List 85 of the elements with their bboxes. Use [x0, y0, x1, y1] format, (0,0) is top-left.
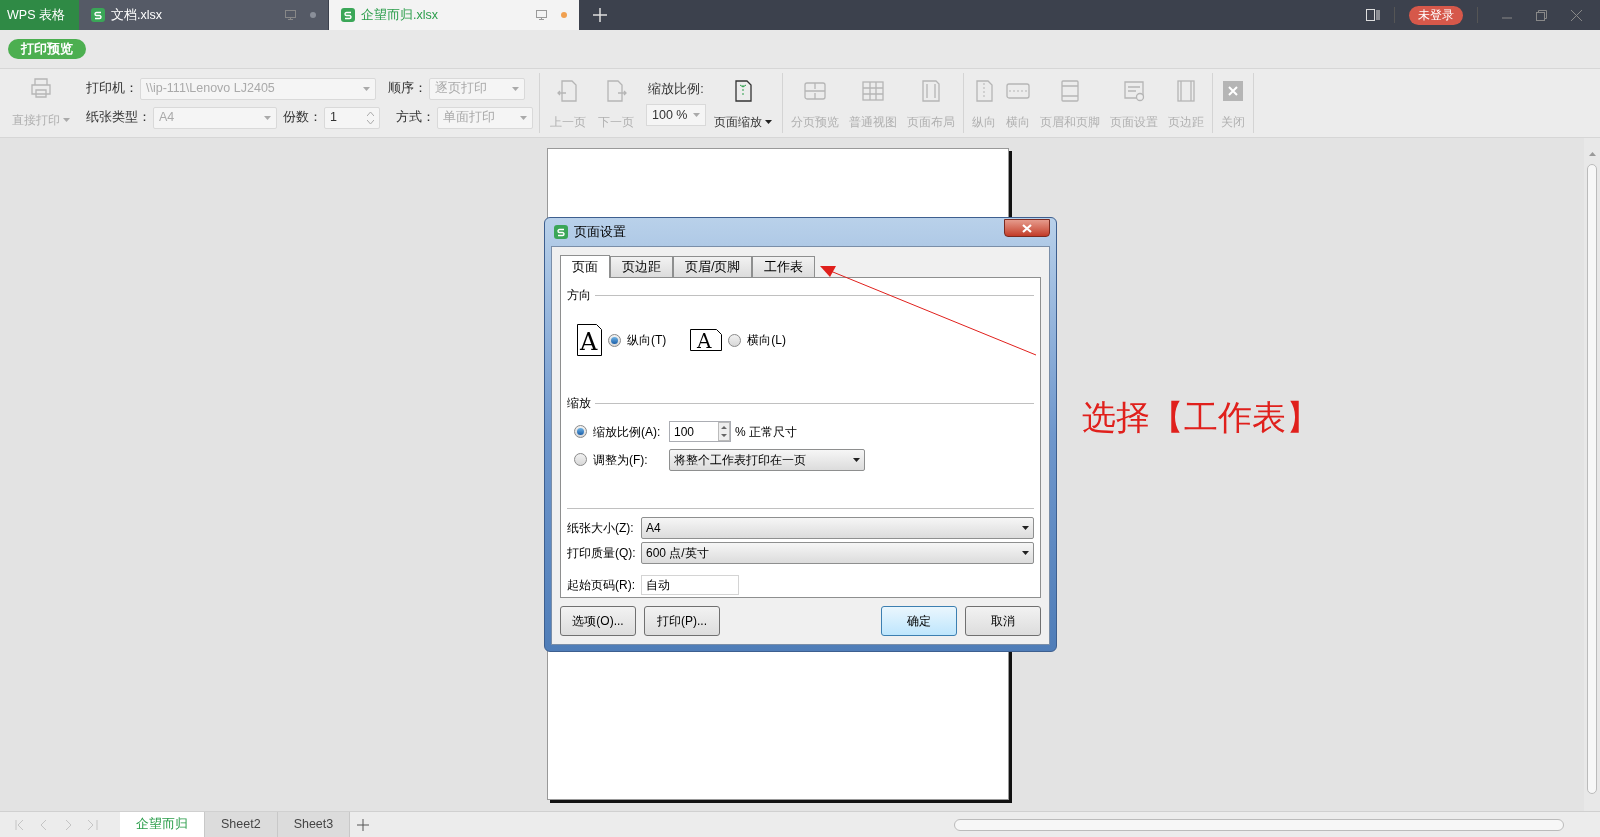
zoom-label: 缩放比例: — [648, 80, 704, 98]
scroll-up-icon[interactable] — [1588, 152, 1596, 156]
radio-label: 横向(L) — [747, 332, 786, 349]
caret-icon — [693, 113, 700, 118]
radio-button[interactable] — [608, 333, 621, 347]
new-tab-icon[interactable] — [593, 8, 607, 22]
page-settings-icon — [1122, 79, 1146, 103]
dialog-title: 页面设置 — [574, 223, 626, 241]
close-icon — [1221, 79, 1245, 103]
sheet-tab[interactable]: 企望而归 — [120, 812, 205, 837]
caret-icon — [363, 86, 370, 91]
field-label: 打印机： — [86, 80, 138, 98]
monitor-icon — [536, 10, 547, 20]
close-icon[interactable] — [1571, 9, 1582, 21]
radio-button[interactable] — [574, 453, 587, 466]
add-sheet-icon[interactable] — [357, 818, 370, 831]
spinner-arrows-icon — [718, 422, 730, 441]
grid-icon — [861, 79, 885, 103]
radio-label: 缩放比例(A): — [593, 423, 662, 441]
field-label: 份数： — [283, 109, 322, 127]
dialog-tab[interactable]: 页面 — [560, 255, 610, 278]
margins-icon — [1174, 79, 1198, 103]
dialog-button[interactable]: 选项(O)... — [560, 606, 636, 636]
restore-icon[interactable] — [1536, 9, 1547, 21]
spreadsheet-icon — [91, 8, 105, 22]
radio-button[interactable] — [574, 425, 587, 438]
caret-icon — [264, 115, 271, 120]
spreadsheet-icon — [554, 225, 568, 239]
field-label: 起始页码(R): — [567, 577, 636, 594]
field-label: 打印质量(Q): — [567, 545, 637, 562]
print-preview-button[interactable]: 打印预览 — [8, 39, 86, 59]
page-back-icon — [556, 79, 580, 103]
dropdown-field[interactable]: A4 — [641, 517, 1034, 539]
caret-icon — [63, 118, 70, 122]
section-label: 方向 — [567, 287, 591, 304]
field-label: 纸张大小(Z): — [567, 520, 635, 537]
caret-icon — [765, 120, 772, 124]
spreadsheet-icon — [341, 8, 355, 22]
caret-icon — [853, 457, 860, 462]
zoom-dropdown[interactable]: 100 % — [646, 104, 706, 127]
field-label: 顺序： — [388, 80, 427, 98]
radio-button[interactable] — [728, 333, 742, 347]
field-label: 方式： — [396, 109, 435, 127]
dialog-tab[interactable]: 工作表 — [752, 256, 816, 277]
dropdown-field[interactable]: 600 点/英寸 — [641, 542, 1034, 564]
close-icon — [1022, 223, 1032, 233]
landscape-page-icon: A — [690, 329, 723, 351]
monitor-icon — [285, 10, 296, 20]
split-view-icon — [803, 79, 827, 103]
printer-icon — [30, 77, 52, 99]
scale-spinner[interactable]: 100 — [669, 421, 731, 442]
start-page-field[interactable]: 自动 — [641, 575, 739, 595]
login-button[interactable]: 未登录 — [1409, 5, 1463, 25]
dialog-tab[interactable]: 页边距 — [610, 256, 673, 277]
dialog-button[interactable]: 确定 — [881, 606, 957, 636]
app-tab[interactable]: WPS 表格 — [0, 0, 79, 30]
sheet-tab[interactable]: Sheet2 — [205, 812, 278, 837]
close-button[interactable] — [1004, 219, 1050, 237]
page-layout-icon — [919, 79, 943, 103]
radio-label: 调整为(F): — [593, 451, 649, 469]
radio-label: 纵向(T) — [627, 332, 667, 349]
caret-icon — [1022, 551, 1029, 555]
portrait-page-icon: A — [577, 324, 602, 356]
file-tab[interactable]: 企望而归.xlsx — [329, 0, 579, 30]
vertical-scrollbar[interactable] — [1584, 138, 1600, 811]
page-forward-icon — [604, 79, 628, 103]
scale-suffix: % 正常尺寸 — [735, 423, 797, 441]
window-layout-icon[interactable] — [1366, 9, 1380, 21]
caret-icon — [1022, 526, 1029, 530]
field-label: 纸张类型： — [86, 109, 151, 127]
dialog-tab[interactable]: 页眉/页脚 — [673, 256, 753, 277]
horizontal-scrollbar[interactable] — [954, 818, 1564, 831]
spinner-arrows-icon — [367, 110, 374, 125]
sheet-tab[interactable]: Sheet3 — [277, 812, 351, 837]
dialog-button[interactable]: 取消 — [965, 606, 1041, 636]
file-tab[interactable]: 文档.xlsx — [79, 0, 329, 30]
page-zoom-button[interactable]: 页面缩放 — [710, 75, 776, 131]
caret-icon — [512, 86, 519, 91]
copies-spinner[interactable]: 1 — [324, 106, 380, 129]
header-footer-icon — [1058, 79, 1082, 103]
caret-icon — [520, 115, 527, 120]
dropdown-field[interactable]: 将整个工作表打印在一页 — [669, 448, 865, 471]
annotation-text: 选择【工作表】 — [1082, 397, 1320, 438]
dialog-button[interactable]: 打印(P)... — [644, 606, 720, 636]
section-label: 缩放 — [567, 395, 591, 412]
